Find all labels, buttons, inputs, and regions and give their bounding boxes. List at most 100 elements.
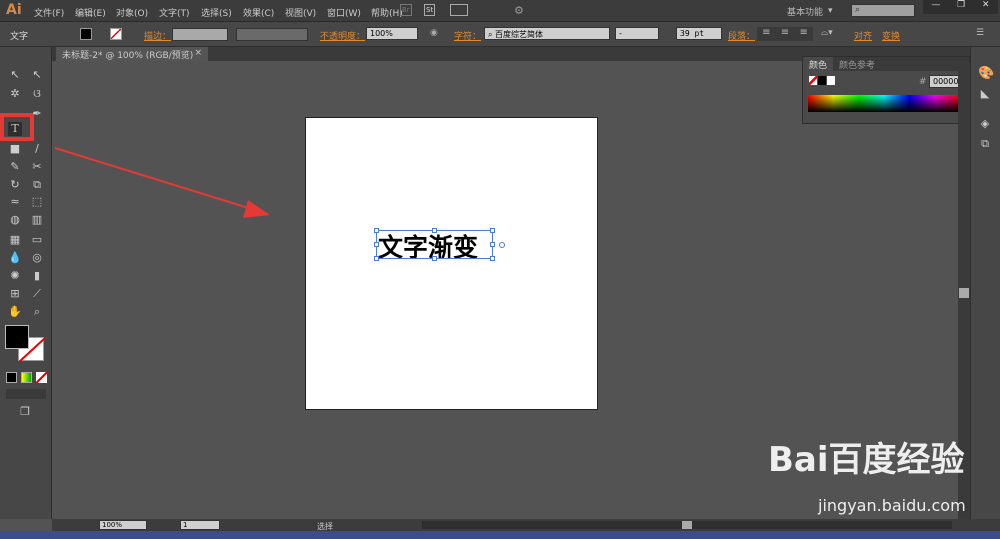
rectangle-tool-icon[interactable]: ■ bbox=[8, 142, 22, 156]
color-spectrum[interactable] bbox=[808, 95, 960, 112]
selection-tool-icon[interactable]: ↖ bbox=[8, 68, 22, 82]
scale-tool-icon[interactable]: ⧉ bbox=[30, 178, 44, 192]
mesh-tool-icon[interactable]: ▦ bbox=[8, 233, 22, 247]
stock-button[interactable]: St bbox=[424, 4, 436, 16]
status-bar: 100% 1 选择 bbox=[52, 519, 1000, 531]
color-panel-icon[interactable]: 🎨 bbox=[978, 67, 994, 81]
symbol-sprayer-tool-icon[interactable]: ✺ bbox=[8, 269, 22, 283]
variable-width-dropdown[interactable] bbox=[236, 28, 308, 41]
bridge-button[interactable]: Br bbox=[400, 4, 412, 16]
zoom-tool-icon[interactable]: ⌕ bbox=[30, 305, 44, 319]
warp-tool-icon[interactable]: ≈ bbox=[8, 195, 22, 209]
character-label[interactable]: 字符： bbox=[454, 29, 481, 42]
document-tab[interactable]: 未标题-2* @ 100% (RGB/预览) × bbox=[56, 47, 208, 61]
panel-dock: 🎨 ◣ ◈ ⧉ bbox=[970, 47, 1000, 519]
free-transform-tool-icon[interactable]: ⬚ bbox=[30, 195, 44, 209]
menu-file[interactable]: 文件(F) bbox=[34, 6, 64, 19]
workspace-switcher[interactable]: 基本功能 bbox=[787, 5, 823, 18]
menu-window[interactable]: 窗口(W) bbox=[327, 6, 361, 19]
selection-bounding-box bbox=[374, 228, 505, 261]
gradient-tool-icon[interactable]: ▭ bbox=[30, 233, 44, 247]
fill-color-box[interactable] bbox=[5, 325, 29, 349]
menu-help[interactable]: 帮助(H) bbox=[371, 6, 403, 19]
menu-select[interactable]: 选择(S) bbox=[201, 6, 232, 19]
windows-taskbar bbox=[0, 531, 1000, 539]
color-panel: 颜色 颜色参考 # 000000 bbox=[802, 56, 970, 124]
graph-tool-icon[interactable]: ▮ bbox=[30, 269, 44, 283]
baidu-url: jingyan.baidu.com bbox=[818, 496, 966, 515]
shape-builder-tool-icon[interactable]: ◍ bbox=[8, 213, 22, 227]
screen-mode-icon[interactable]: ❐ bbox=[18, 405, 32, 419]
align-link[interactable]: 对齐 bbox=[854, 29, 872, 42]
transform-link[interactable]: 变换 bbox=[882, 29, 900, 42]
annotation-arrow bbox=[54, 147, 270, 218]
menu-edit[interactable]: 编辑(E) bbox=[75, 6, 106, 19]
tool-label: 文字 bbox=[10, 32, 29, 42]
gpu-icon[interactable]: ⚙ bbox=[514, 4, 524, 17]
artboards-icon[interactable]: ⧉ bbox=[978, 137, 992, 151]
blend-tool-icon[interactable]: ◎ bbox=[30, 251, 44, 265]
artboard-tool-icon[interactable]: ⊞ bbox=[8, 287, 22, 301]
lasso-tool-icon[interactable]: ଓ bbox=[30, 87, 44, 101]
menu-bar: Ai 文件(F) 编辑(E) 对象(O) 文字(T) 选择(S) 效果(C) 视… bbox=[0, 0, 1000, 22]
white-swatch[interactable] bbox=[827, 76, 835, 85]
stroke-swatch[interactable] bbox=[110, 28, 122, 40]
line-tool-icon[interactable]: / bbox=[30, 142, 44, 156]
align-center-icon[interactable]: ≡ bbox=[781, 27, 789, 41]
align-left-icon[interactable]: ≡ bbox=[762, 27, 770, 41]
scissors-tool-icon[interactable]: ✂ bbox=[30, 160, 44, 174]
menu-type[interactable]: 文字(T) bbox=[159, 6, 190, 19]
hand-tool-icon[interactable]: ✋ bbox=[8, 305, 22, 319]
perspective-grid-tool-icon[interactable]: ▥ bbox=[30, 213, 44, 227]
drawing-modes[interactable] bbox=[6, 389, 46, 399]
stroke-label[interactable]: 描边： bbox=[144, 29, 171, 42]
none-swatch[interactable] bbox=[809, 76, 817, 85]
align-right-icon[interactable]: ≡ bbox=[799, 27, 807, 41]
font-style-field[interactable]: - bbox=[615, 27, 659, 40]
color-mode-button[interactable] bbox=[6, 372, 17, 383]
rotate-tool-icon[interactable]: ↻ bbox=[8, 178, 22, 192]
menu-effect[interactable]: 效果(C) bbox=[243, 6, 274, 19]
paragraph-label[interactable]: 段落： bbox=[728, 29, 755, 42]
font-family-field[interactable]: ⌕ 百度综艺简体 bbox=[484, 27, 610, 40]
color-guide-icon[interactable]: ◣ bbox=[978, 87, 992, 101]
menu-object[interactable]: 对象(O) bbox=[116, 6, 148, 19]
restore-button[interactable]: ❐ bbox=[957, 0, 965, 14]
zoom-field[interactable]: 100% bbox=[99, 520, 147, 530]
artboard-number-field[interactable]: 1 bbox=[180, 520, 220, 530]
close-window-button[interactable]: ✕ bbox=[982, 0, 990, 14]
slice-tool-icon[interactable]: ⟋ bbox=[30, 287, 44, 301]
font-size-field[interactable]: 39 pt bbox=[676, 27, 722, 40]
warp-text-icon[interactable]: ⌓▾ bbox=[821, 28, 833, 38]
pencil-tool-icon[interactable]: ✎ bbox=[8, 160, 22, 174]
document-tab-title: 未标题-2* @ 100% (RGB/预览) bbox=[62, 51, 194, 61]
search-input[interactable]: ⌕ bbox=[851, 4, 915, 17]
font-family-value: 百度综艺简体 bbox=[495, 30, 544, 39]
menu-view[interactable]: 视图(V) bbox=[285, 6, 316, 19]
minimize-button[interactable]: — bbox=[931, 0, 940, 14]
app-logo: Ai bbox=[6, 2, 22, 18]
horizontal-scrollbar[interactable] bbox=[422, 521, 952, 529]
arrange-documents-icon[interactable] bbox=[450, 4, 468, 16]
magic-wand-tool-icon[interactable]: ✲ bbox=[8, 87, 22, 101]
baidu-watermark: Bai百度经验 bbox=[768, 440, 965, 480]
recolor-icon[interactable]: ◉ bbox=[430, 28, 438, 38]
stroke-weight-field[interactable] bbox=[172, 28, 228, 41]
color-tab[interactable]: 颜色 bbox=[803, 57, 834, 71]
control-bar: 文字 描边： 不透明度： 100% ◉ 字符： ⌕ 百度综艺简体 - 39 pt… bbox=[0, 22, 1000, 47]
pen-tool-icon[interactable]: ✒ bbox=[30, 107, 44, 121]
hex-field[interactable]: 000000 bbox=[929, 75, 964, 88]
layers-icon[interactable]: ◈ bbox=[978, 117, 992, 131]
direct-selection-tool-icon[interactable]: ↖ bbox=[30, 68, 44, 82]
eyedropper-tool-icon[interactable]: 💧 bbox=[8, 251, 22, 265]
fill-swatch[interactable] bbox=[80, 28, 92, 40]
opacity-field[interactable]: 100% bbox=[366, 27, 418, 40]
none-mode-button[interactable] bbox=[36, 372, 47, 383]
close-tab-button[interactable]: × bbox=[194, 48, 202, 58]
opacity-label[interactable]: 不透明度： bbox=[320, 29, 365, 42]
color-guide-tab[interactable]: 颜色参考 bbox=[833, 57, 881, 71]
gradient-mode-button[interactable] bbox=[21, 372, 32, 383]
panel-menu-icon[interactable]: ☰ bbox=[976, 28, 984, 38]
type-tool-icon[interactable]: T bbox=[8, 122, 22, 136]
black-swatch[interactable] bbox=[818, 76, 826, 85]
